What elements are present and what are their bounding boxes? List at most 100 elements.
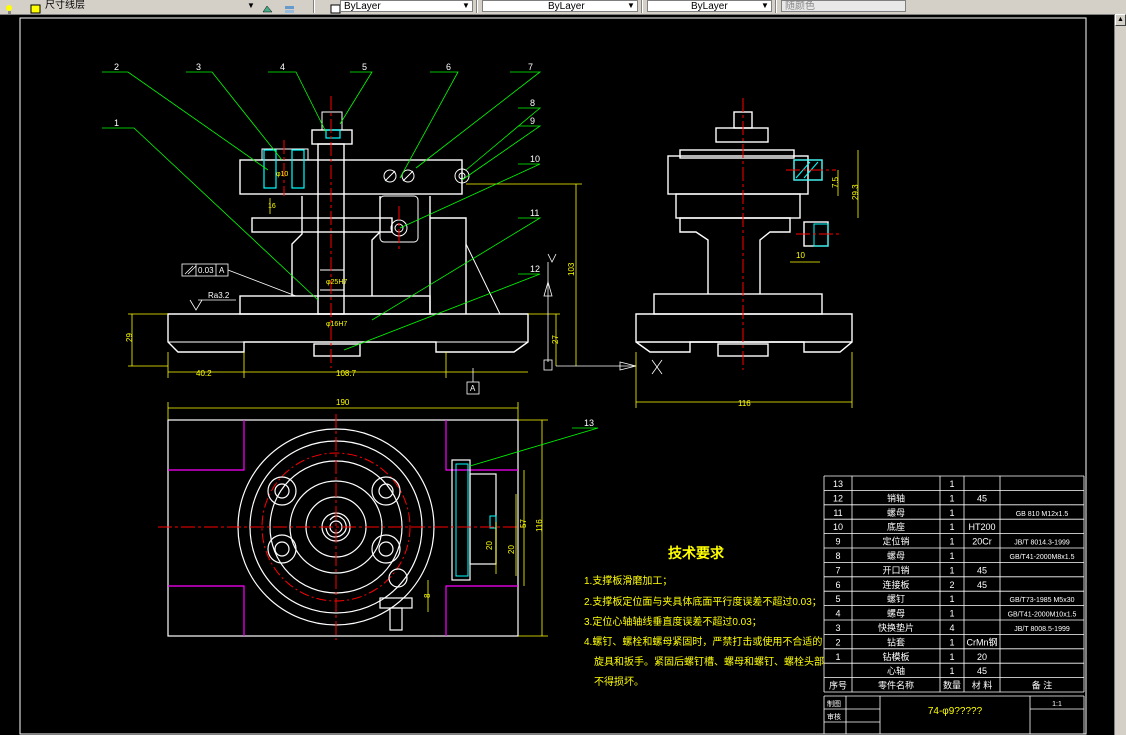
layer-previous-icon[interactable] (284, 1, 295, 13)
plan-view (167, 419, 519, 637)
layer-color-swatch-icon[interactable] (30, 1, 41, 14)
side-view-sections (793, 159, 829, 247)
bom-cell-name: 定位销 (882, 536, 909, 547)
side-view-centerline (742, 98, 840, 370)
dim-29: 29 (125, 333, 134, 342)
bom-cell-no: 1 (835, 652, 840, 662)
note-1: 1.支撑板滑磨加工； (584, 574, 672, 587)
plan-view-dimensions (167, 402, 548, 637)
bom-cell-name: 心轴 (887, 665, 905, 676)
bom-cell-mat: 45 (977, 493, 987, 503)
bom-cell-qty: 1 (949, 479, 954, 489)
bom-cell-qty: 1 (949, 508, 954, 518)
leader-lines (102, 71, 599, 467)
chevron-down-icon[interactable]: ▼ (760, 1, 770, 11)
color-dropdown[interactable]: ByLayer (340, 0, 473, 12)
bom-header-no: 序号 (829, 680, 847, 691)
dim-10-side: 10 (796, 251, 805, 260)
plan-view-centerlines (158, 414, 526, 640)
bom-cell-mat: 20 (977, 652, 987, 662)
title-draw-label: 制图 (827, 699, 841, 708)
bom-cell-no: 8 (835, 551, 840, 561)
bom-cell-qty: 1 (949, 652, 954, 662)
balloon-9: 9 (530, 116, 535, 126)
note-3: 3.定位心轴轴线垂直度误差不超过0.03； (584, 615, 762, 628)
note-4: 4.螺钉、螺栓和螺母紧固时，严禁打击或使用不合适的 (584, 635, 822, 648)
bom-cell-no: 2 (835, 637, 840, 647)
toolbar-separator (775, 0, 777, 13)
datum-a-box: A (470, 384, 476, 393)
dim-57: 57 (519, 519, 528, 528)
bom-cell-mat: 20Cr (972, 537, 992, 547)
bom-cell-name: 螺钉 (887, 594, 905, 604)
toolbar-separator (476, 0, 478, 13)
dim-bore-25: φ25H7 (326, 279, 347, 286)
note-2: 2.支撑板定位面与夹具体底面平行度误差不超过0.03； (584, 595, 822, 608)
bom-cell-no: 9 (835, 537, 840, 547)
lineweight-dropdown[interactable]: ByLayer (647, 0, 772, 12)
bom-cell-mat: 45 (977, 580, 987, 590)
balloon-11: 11 (530, 208, 539, 218)
balloon-1: 1 (114, 118, 119, 128)
balloon-12: 12 (530, 264, 540, 274)
balloon-8: 8 (530, 98, 535, 108)
bom-cell-mat: CrMn钢 (967, 636, 998, 647)
drawing-canvas[interactable]: 40.2 108.7 29 103 27 φ25H7 φ16H7 φ10 16 … (0, 14, 1114, 735)
plan-view-sections (455, 463, 497, 577)
roughness-label: Ra3.2 (208, 291, 230, 300)
bom-cell-name: 连接板 (882, 579, 909, 590)
bom-cell-qty: 1 (949, 522, 954, 532)
bom-cell-name: 钻模板 (882, 651, 909, 662)
make-layer-current-icon[interactable] (262, 1, 273, 13)
lightbulb-icon[interactable] (4, 1, 15, 14)
drawing-frame (19, 17, 1087, 735)
plan-view-dim-text: 190 116 57 20 20 8 (336, 398, 544, 598)
bom-header-mat: 材 料 (972, 680, 993, 691)
chevron-down-icon[interactable]: ▼ (626, 1, 636, 11)
front-view-sections (263, 129, 341, 189)
bom-cell-no: 4 (835, 609, 840, 619)
balloon-10: 10 (530, 154, 540, 164)
dim-29-3: 29.3 (851, 184, 860, 200)
dim-15: 16 (268, 203, 276, 210)
toolbar-separator (641, 0, 643, 13)
dim-bore-16: φ16H7 (326, 321, 347, 328)
title-check-label: 审核 (827, 712, 841, 721)
bom-cell-name: 快换垫片 (878, 622, 914, 633)
dim-108-7: 108.7 (336, 369, 357, 378)
bom-table: 13 112 销轴 1 4511 螺母 1 GB 810 M12x1.510 底座 1 HT2009… (823, 475, 1085, 734)
bom-cell-qty: 1 (949, 551, 954, 561)
dim-20-a: 20 (507, 545, 516, 554)
balloon-6: 6 (446, 62, 451, 72)
vertical-scrollbar[interactable]: ▲ (1114, 14, 1126, 735)
note-4c: 不得损坏。 (594, 675, 644, 688)
chevron-down-icon[interactable]: ▼ (246, 1, 256, 11)
bom-cell-name: 螺母 (887, 609, 905, 619)
bom-cell-mat: HT200 (968, 522, 995, 532)
bom-cell-no: 7 (835, 565, 840, 575)
bom-cell-no: 6 (835, 580, 840, 590)
chevron-down-icon[interactable]: ▼ (461, 1, 471, 11)
dim-8: 8 (423, 593, 432, 598)
dim-190: 190 (336, 398, 350, 407)
bom-cell-note: JB/T 8014.3-1999 (1014, 540, 1070, 547)
layer-dropdown[interactable]: 尺寸线层 (42, 0, 254, 12)
dim-116-plan: 116 (535, 519, 544, 532)
dim-27: 27 (551, 335, 560, 344)
bom-cell-name: 开口销 (882, 564, 909, 575)
bom-cell-qty: 1 (949, 637, 954, 647)
bom-header-qty: 数量 (943, 680, 961, 691)
dim-40-2: 40.2 (196, 369, 212, 378)
linetype-dropdown[interactable]: ByLayer (482, 0, 638, 12)
balloon-3: 3 (196, 62, 201, 72)
bom-cell-qty: 1 (949, 594, 954, 604)
bom-cell-no: 13 (833, 479, 843, 489)
notes-title: 技术要求 (668, 545, 725, 561)
side-view-dim-text: 116 7.5 29.3 10 (738, 176, 860, 408)
tolerance-value: 0.03 (198, 266, 214, 275)
plotstyle-dropdown: 随颜色 (781, 0, 906, 12)
scroll-up-button[interactable]: ▲ (1115, 14, 1126, 26)
bom-cell-name: 销轴 (887, 492, 905, 503)
note-4b: 旋具和扳手。紧固后螺钉槽、螺母和螺钉、螺栓头部 (594, 655, 824, 668)
front-view-dimensions (128, 183, 582, 378)
